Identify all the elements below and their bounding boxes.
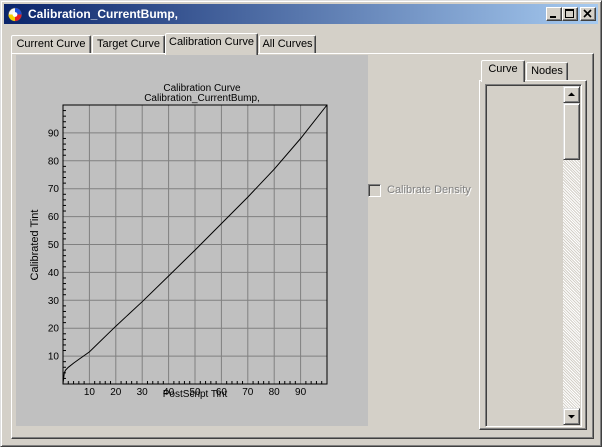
tab-nodes[interactable]: Nodes (526, 62, 568, 81)
application-window: Calibration_CurrentBump, Current Curve T… (0, 0, 602, 447)
y-tick-label: 30 (48, 296, 60, 307)
x-tick-label: 80 (269, 387, 281, 398)
y-tick-label: 20 (48, 324, 60, 335)
curve-list-content (488, 87, 564, 424)
app-logo-icon (8, 7, 22, 22)
calibration-chart: Calibration Curve Calibration_CurrentBum… (29, 83, 328, 400)
x-tick-label: 20 (110, 387, 122, 398)
y-tick-label: 70 (48, 184, 60, 195)
vertical-scrollbar[interactable] (563, 86, 580, 425)
tab-label: Current Curve (16, 38, 86, 50)
x-tick-label: 70 (242, 387, 254, 398)
x-tick-label: 30 (137, 387, 149, 398)
tab-calibration-curve[interactable]: Calibration Curve (165, 33, 258, 55)
tab-label: All Curves (262, 38, 313, 50)
x-tick-label: 10 (84, 387, 96, 398)
tab-curve[interactable]: Curve (481, 60, 525, 82)
scroll-down-button[interactable] (563, 408, 580, 425)
tab-label: Calibration Curve (169, 36, 254, 48)
scrollbar-thumb[interactable] (563, 103, 580, 160)
y-tick-label: 10 (48, 352, 60, 363)
maximize-button[interactable] (562, 7, 578, 21)
y-tick-label: 90 (48, 128, 60, 139)
x-tick-label: 90 (295, 387, 307, 398)
tab-current-curve[interactable]: Current Curve (11, 35, 91, 54)
minimize-icon (550, 16, 556, 18)
tab-all-curves[interactable]: All Curves (259, 35, 316, 54)
scroll-up-button[interactable] (563, 86, 580, 103)
title-bar[interactable]: Calibration_CurrentBump, (4, 4, 598, 24)
x-axis-label: PostScript Tint (163, 389, 228, 400)
tab-label: Target Curve (97, 38, 160, 50)
tab-label: Curve (488, 63, 518, 75)
tab-label: Nodes (531, 65, 563, 77)
y-tick-label: 50 (48, 240, 60, 251)
minimize-button[interactable] (546, 7, 562, 21)
arrow-down-icon (568, 415, 575, 419)
y-axis-label: Calibrated Tint (29, 210, 41, 281)
window-title: Calibration_CurrentBump, (28, 7, 179, 21)
maximize-icon (565, 9, 574, 18)
y-tick-label: 60 (48, 212, 60, 223)
chart-subtitle: Calibration_CurrentBump, (144, 93, 260, 104)
y-tick-label: 80 (48, 156, 60, 167)
calibrate-density-checkbox[interactable] (368, 184, 381, 197)
calibrate-density-label: Calibrate Density (387, 184, 471, 196)
close-icon (583, 9, 592, 18)
chart-area: Calibration Curve Calibration_CurrentBum… (16, 55, 368, 426)
y-tick-label: 40 (48, 268, 60, 279)
close-button[interactable] (580, 7, 596, 21)
tab-target-curve[interactable]: Target Curve (92, 35, 165, 54)
arrow-up-icon (568, 92, 575, 96)
